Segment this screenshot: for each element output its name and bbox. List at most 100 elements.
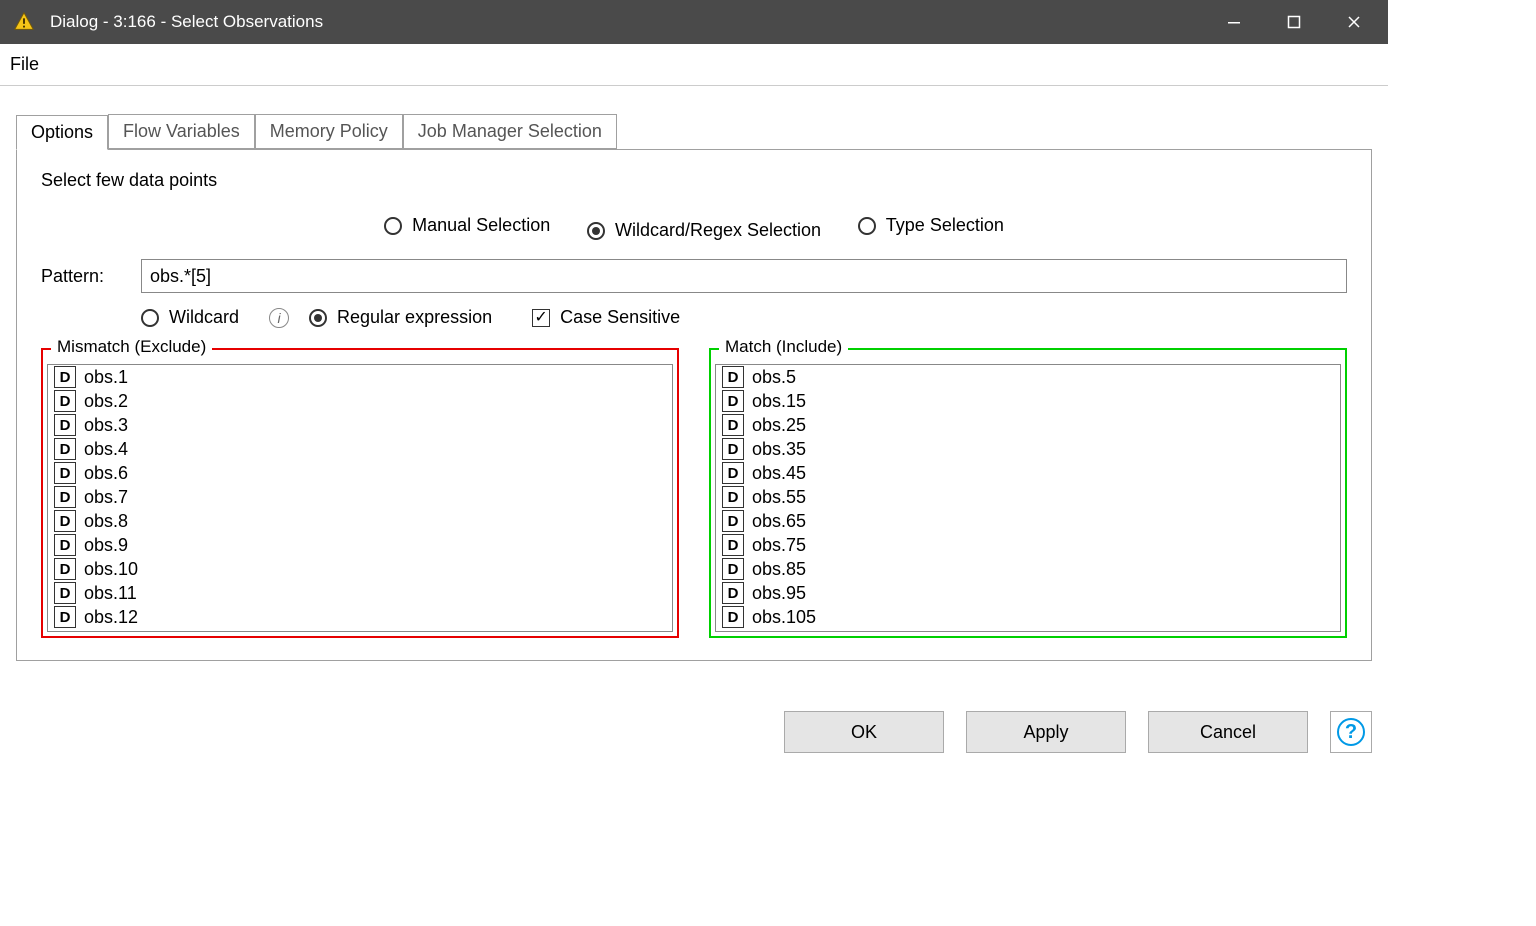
list-item[interactable]: Dobs.6: [48, 461, 672, 485]
list-item-label: obs.3: [84, 415, 128, 436]
list-item-label: obs.35: [752, 439, 806, 460]
list-item[interactable]: Dobs.8: [48, 509, 672, 533]
data-type-icon: D: [722, 462, 744, 484]
radio-regular-expression[interactable]: Regular expression: [309, 307, 492, 328]
radio-wildcard[interactable]: Wildcard: [141, 307, 239, 328]
list-item-label: obs.105: [752, 607, 816, 628]
ok-button[interactable]: OK: [784, 711, 944, 753]
list-item[interactable]: Dobs.1: [48, 365, 672, 389]
menu-bar: File: [0, 44, 1388, 86]
data-type-icon: D: [722, 534, 744, 556]
data-type-icon: D: [722, 510, 744, 532]
menu-file[interactable]: File: [0, 44, 49, 85]
list-item[interactable]: Dobs.55: [716, 485, 1340, 509]
data-type-icon: D: [54, 486, 76, 508]
include-legend: Match (Include): [719, 337, 848, 357]
list-item-label: obs.11: [84, 583, 137, 604]
list-item[interactable]: Dobs.95: [716, 581, 1340, 605]
data-type-icon: D: [54, 534, 76, 556]
data-type-icon: D: [722, 558, 744, 580]
list-item-label: obs.8: [84, 511, 128, 532]
list-item-label: obs.75: [752, 535, 806, 556]
cancel-button[interactable]: Cancel: [1148, 711, 1308, 753]
list-item-label: obs.65: [752, 511, 806, 532]
list-item[interactable]: Dobs.35: [716, 437, 1340, 461]
help-button[interactable]: ?: [1330, 711, 1372, 753]
list-item-label: obs.15: [752, 391, 806, 412]
list-item-label: obs.85: [752, 559, 806, 580]
include-listbox: Match (Include) Dobs.5Dobs.15Dobs.25Dobs…: [709, 348, 1347, 638]
data-type-icon: D: [54, 390, 76, 412]
help-icon: ?: [1337, 718, 1365, 746]
list-item[interactable]: Dobs.15: [716, 389, 1340, 413]
app-icon: [12, 10, 36, 34]
list-item[interactable]: Dobs.7: [48, 485, 672, 509]
data-type-icon: D: [54, 558, 76, 580]
minimize-button[interactable]: [1204, 0, 1264, 44]
list-item[interactable]: Dobs.75: [716, 533, 1340, 557]
list-item-label: obs.1: [84, 367, 128, 388]
tab-options[interactable]: Options: [16, 115, 108, 150]
apply-button[interactable]: Apply: [966, 711, 1126, 753]
tab-panel-options: Select few data points Manual Selection …: [16, 149, 1372, 661]
radio-manual-selection[interactable]: Manual Selection: [384, 215, 550, 236]
window-title: Dialog - 3:166 - Select Observations: [50, 12, 1204, 32]
exclude-list[interactable]: Dobs.1Dobs.2Dobs.3Dobs.4Dobs.6Dobs.7Dobs…: [47, 364, 673, 632]
close-button[interactable]: [1324, 0, 1384, 44]
list-item[interactable]: Dobs.11: [48, 581, 672, 605]
exclude-legend: Mismatch (Exclude): [51, 337, 212, 357]
list-item-label: obs.45: [752, 463, 806, 484]
list-item-label: obs.10: [84, 559, 138, 580]
list-item-label: obs.2: [84, 391, 128, 412]
tab-bar: Options Flow Variables Memory Policy Job…: [16, 114, 1372, 149]
list-item[interactable]: Dobs.105: [716, 605, 1340, 629]
data-type-icon: D: [54, 582, 76, 604]
list-item[interactable]: Dobs.5: [716, 365, 1340, 389]
radio-wildcard-regex-selection[interactable]: Wildcard/Regex Selection: [587, 220, 821, 241]
list-item[interactable]: Dobs.9: [48, 533, 672, 557]
list-item-label: obs.4: [84, 439, 128, 460]
list-item-label: obs.55: [752, 487, 806, 508]
list-item[interactable]: Dobs.3: [48, 413, 672, 437]
data-type-icon: D: [722, 366, 744, 388]
title-bar: Dialog - 3:166 - Select Observations: [0, 0, 1388, 44]
data-type-icon: D: [722, 606, 744, 628]
data-type-icon: D: [722, 438, 744, 460]
section-title: Select few data points: [41, 170, 1347, 191]
data-type-icon: D: [722, 390, 744, 412]
list-item[interactable]: Dobs.4: [48, 437, 672, 461]
list-item-label: obs.95: [752, 583, 806, 604]
list-item-label: obs.6: [84, 463, 128, 484]
data-type-icon: D: [54, 438, 76, 460]
list-item[interactable]: Dobs.12: [48, 605, 672, 629]
checkbox-case-sensitive[interactable]: ✓Case Sensitive: [532, 307, 680, 328]
pattern-label: Pattern:: [41, 266, 141, 287]
include-list[interactable]: Dobs.5Dobs.15Dobs.25Dobs.35Dobs.45Dobs.5…: [715, 364, 1341, 632]
list-item-label: obs.7: [84, 487, 128, 508]
list-item[interactable]: Dobs.2: [48, 389, 672, 413]
data-type-icon: D: [54, 414, 76, 436]
data-type-icon: D: [722, 486, 744, 508]
list-item-label: obs.25: [752, 415, 806, 436]
maximize-button[interactable]: [1264, 0, 1324, 44]
data-type-icon: D: [54, 606, 76, 628]
list-item[interactable]: Dobs.10: [48, 557, 672, 581]
list-item-label: obs.9: [84, 535, 128, 556]
list-item-label: obs.12: [84, 607, 138, 628]
list-item[interactable]: Dobs.45: [716, 461, 1340, 485]
data-type-icon: D: [54, 366, 76, 388]
list-item-label: obs.5: [752, 367, 796, 388]
list-item[interactable]: Dobs.25: [716, 413, 1340, 437]
data-type-icon: D: [722, 582, 744, 604]
list-item[interactable]: Dobs.85: [716, 557, 1340, 581]
selection-mode-row: Manual Selection Wildcard/Regex Selectio…: [41, 215, 1347, 241]
tab-job-manager[interactable]: Job Manager Selection: [403, 114, 617, 149]
list-item[interactable]: Dobs.65: [716, 509, 1340, 533]
exclude-listbox: Mismatch (Exclude) Dobs.1Dobs.2Dobs.3Dob…: [41, 348, 679, 638]
tab-flow-variables[interactable]: Flow Variables: [108, 114, 255, 149]
data-type-icon: D: [54, 462, 76, 484]
tab-memory-policy[interactable]: Memory Policy: [255, 114, 403, 149]
info-icon[interactable]: i: [269, 308, 289, 328]
pattern-input[interactable]: [141, 259, 1347, 293]
radio-type-selection[interactable]: Type Selection: [858, 215, 1004, 236]
